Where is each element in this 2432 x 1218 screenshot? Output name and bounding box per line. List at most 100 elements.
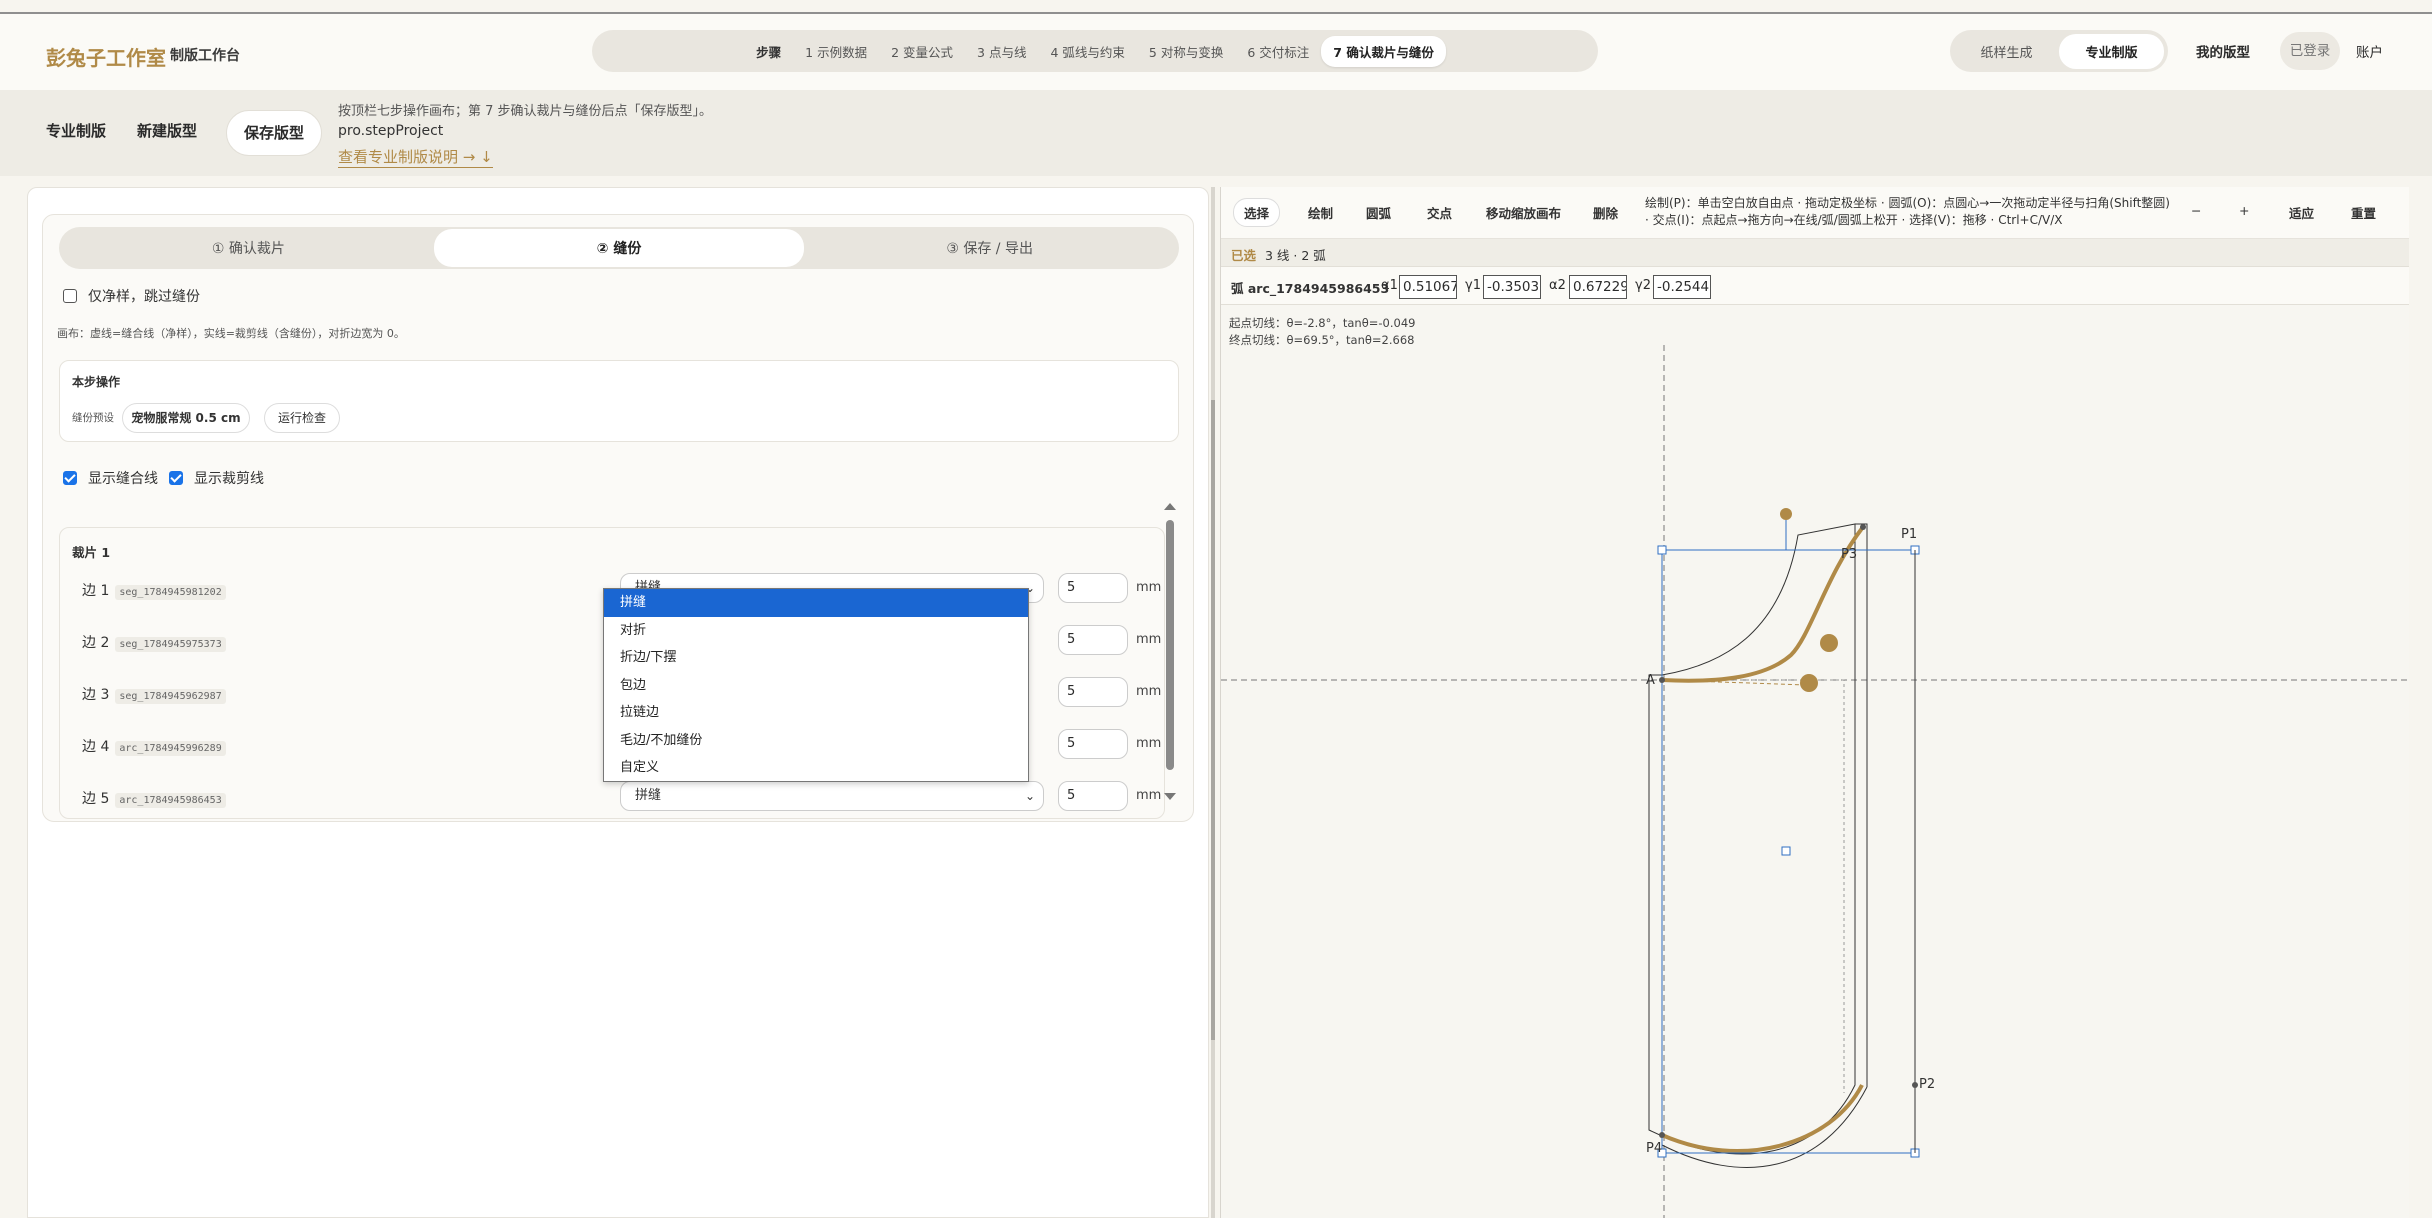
app-header: 彭兔子工作室 制版工作台 步骤 1 示例数据 2 变量公式 3 点与线 4 弧线…	[0, 14, 2432, 90]
run-check-button[interactable]: 运行检查	[264, 403, 340, 433]
point-p2-marker[interactable]	[1912, 1082, 1918, 1088]
selected-summary: 3 线 · 2 弧	[1265, 248, 1326, 263]
drafting-canvas[interactable]: 起点切线：θ=-2.8°，tanθ=-0.049 终点切线：θ=69.5°，ta…	[1221, 305, 2409, 1218]
tab-confirm-pieces[interactable]: ① 确认裁片	[63, 229, 434, 267]
cut-line[interactable]	[1648, 523, 1856, 1155]
alpha1-input[interactable]: 0.51067	[1399, 275, 1457, 299]
edge-row-label: 边 2 seg_1784945975373	[82, 632, 226, 652]
step-2[interactable]: 2 变量公式	[879, 36, 965, 67]
zoom-out-button[interactable]: −	[2191, 203, 2201, 218]
dropdown-option[interactable]: 自定义	[604, 754, 1028, 782]
tool-select[interactable]: 选择	[1233, 198, 1281, 227]
edge-1-width-input[interactable]: 5	[1058, 573, 1128, 603]
show-seam-checkbox[interactable]	[63, 471, 77, 485]
step-nav: 步骤 1 示例数据 2 变量公式 3 点与线 4 弧线与约束 5 对称与变换 6…	[592, 30, 1598, 72]
canvas-toolbar: 选择 绘制 圆弧 交点 移动缩放画布 删除 绘制(P)：单击空白放自由点 · 拖…	[1221, 187, 2409, 239]
point-p2-label: P2	[1919, 1077, 1936, 1092]
tool-delete[interactable]: 删除	[1593, 203, 1618, 222]
step-7[interactable]: 7 确认裁片与缝份	[1321, 35, 1446, 67]
tool-arc[interactable]: 圆弧	[1366, 203, 1391, 222]
alpha2-input[interactable]: 0.67229	[1569, 275, 1627, 299]
seam-type-dropdown[interactable]: 拼缝 对折 折边/下摆 包边 拉链边 毛边/不加缝份 自定义	[603, 588, 1029, 782]
fit-button[interactable]: 适应	[2289, 203, 2314, 222]
edge-3-width-input[interactable]: 5	[1058, 677, 1128, 707]
login-status: 已登录	[2280, 32, 2340, 70]
canvas-panel: 选择 绘制 圆弧 交点 移动缩放画布 删除 绘制(P)：单击空白放自由点 · 拖…	[1220, 187, 2409, 1218]
edge-row-label: 边 4 arc_1784945996289	[82, 736, 226, 756]
dropdown-option[interactable]: 对折	[604, 617, 1028, 645]
step-6[interactable]: 6 交付标注	[1235, 36, 1321, 67]
point-p1-label: P1	[1901, 527, 1918, 542]
selected-label: 已选	[1231, 248, 1257, 263]
dropdown-option[interactable]: 拼缝	[604, 589, 1028, 617]
preset-button[interactable]: 宠物服常规 0.5 cm	[122, 403, 250, 433]
edge-5-type-select[interactable]: 拼缝 ⌄	[620, 781, 1044, 811]
chevron-down-icon: ⌄	[1024, 789, 1035, 803]
step-1[interactable]: 1 示例数据	[793, 36, 879, 67]
point-a-label: A	[1646, 673, 1655, 688]
dropdown-option[interactable]: 包边	[604, 672, 1028, 700]
gamma2-input[interactable]: -0.2544	[1653, 275, 1711, 299]
show-cut-checkbox[interactable]	[169, 471, 183, 485]
tool-intersect[interactable]: 交点	[1427, 203, 1452, 222]
alpha1-label: α1	[1381, 278, 1398, 293]
edge-row-label: 边 5 arc_1784945986453	[82, 788, 226, 808]
edge-5-width-input[interactable]: 5	[1058, 781, 1128, 811]
edge-4-width-input[interactable]: 5	[1058, 729, 1128, 759]
point-p3-marker[interactable]	[1860, 524, 1866, 530]
save-pattern-button[interactable]: 保存版型	[226, 110, 322, 156]
skip-seam-checkbox[interactable]	[63, 289, 77, 303]
dropdown-option[interactable]: 毛边/不加缝份	[604, 727, 1028, 755]
step-5[interactable]: 5 对称与变换	[1137, 36, 1235, 67]
my-patterns-link[interactable]: 我的版型	[2196, 41, 2250, 61]
seam-line[interactable]	[1662, 679, 1845, 1093]
tool-draw[interactable]: 绘制	[1308, 203, 1333, 222]
dropdown-option[interactable]: 拉链边	[604, 699, 1028, 727]
scroll-up-icon[interactable]	[1164, 503, 1176, 510]
step-3[interactable]: 3 点与线	[965, 36, 1038, 67]
scroll-thumb[interactable]	[1166, 520, 1174, 770]
pro-drafting-button[interactable]: 专业制版	[46, 120, 106, 141]
point-p4-label: P4	[1646, 1141, 1663, 1156]
gamma2-label: γ2	[1635, 278, 1651, 293]
panel-divider-thumb[interactable]	[1211, 400, 1215, 1040]
show-seam-label: 显示缝合线	[88, 471, 158, 487]
step-operations: 本步操作 缝份预设 宠物服常规 0.5 cm 运行检查	[59, 360, 1179, 442]
scroll-down-icon[interactable]	[1164, 793, 1176, 800]
mode-pro-drafting[interactable]: 专业制版	[2059, 33, 2164, 69]
gamma1-input[interactable]: -0.3503	[1483, 275, 1541, 299]
account-link[interactable]: 账户	[2356, 41, 2383, 61]
unit-label: mm	[1136, 684, 1162, 699]
tab-seam-allowance[interactable]: ② 缝份	[433, 229, 805, 267]
point-a-marker[interactable]	[1659, 677, 1665, 683]
bbox-center-handle[interactable]	[1781, 846, 1791, 856]
bbox-handle[interactable]	[1657, 545, 1667, 555]
tab-save-export[interactable]: ③ 保存 / 导出	[804, 229, 1175, 267]
unit-label: mm	[1136, 632, 1162, 647]
edge-row-label: 边 1 seg_1784945981202	[82, 580, 226, 600]
brand-subtitle: 制版工作台	[170, 48, 240, 64]
pattern-drawing[interactable]	[1221, 305, 2409, 1218]
new-pattern-button[interactable]: 新建版型	[137, 120, 197, 141]
tool-pan-zoom[interactable]: 移动缩放画布	[1486, 203, 1561, 222]
rotation-handle[interactable]	[1780, 508, 1792, 520]
zoom-in-button[interactable]: +	[2239, 203, 2249, 218]
cut-line-hem[interactable]	[1661, 1086, 1868, 1168]
help-link[interactable]: 查看专业制版说明 → ↓	[338, 146, 493, 168]
point-p3-label: P3	[1841, 547, 1858, 562]
arc-control-handle[interactable]	[1820, 634, 1838, 652]
mode-pattern-gen[interactable]: 纸样生成	[1954, 34, 2059, 69]
alpha2-label: α2	[1549, 278, 1566, 293]
edge-2-width-input[interactable]: 5	[1058, 625, 1128, 655]
edge-row-label: 边 3 seg_1784945962987	[82, 684, 226, 704]
point-p4-marker[interactable]	[1659, 1132, 1665, 1138]
steps-label: 步骤	[756, 44, 782, 60]
canvas-note: 画布：虚线=缝合线（净样），实线=裁剪线（含缝份），对折边宽为 0。	[57, 327, 405, 340]
step-4[interactable]: 4 弧线与约束	[1038, 36, 1136, 67]
dropdown-option[interactable]: 折边/下摆	[604, 644, 1028, 672]
reset-button[interactable]: 重置	[2351, 203, 2376, 222]
piece-list-scrollbar[interactable]	[1162, 500, 1178, 804]
brand-name[interactable]: 彭兔子工作室	[46, 42, 166, 71]
arc-control-handle[interactable]	[1800, 674, 1818, 692]
cut-line-offset[interactable]	[1661, 523, 1868, 1140]
